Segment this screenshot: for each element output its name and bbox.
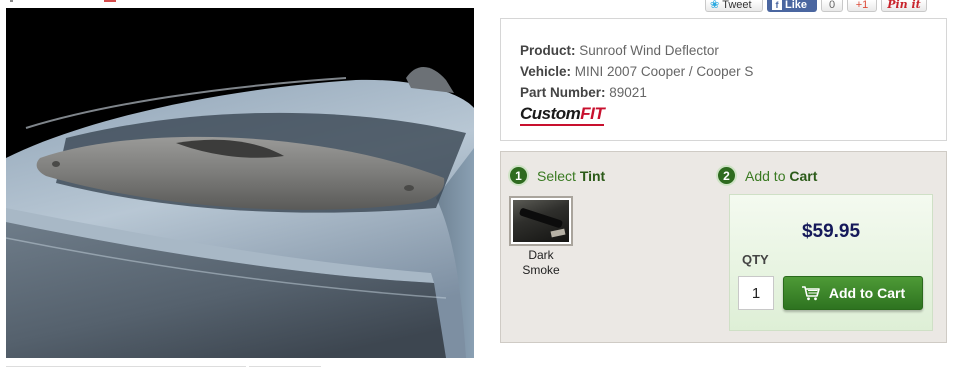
cart-icon (801, 285, 821, 301)
step-prefix: Select (537, 167, 576, 184)
vehicle-value: MINI 2007 Cooper / Cooper S (574, 64, 754, 79)
part-number-value: 89021 (609, 85, 647, 100)
step-add-to-cart: 2 Add to Cart (716, 165, 817, 186)
add-to-cart-button[interactable]: Add to Cart (783, 276, 923, 310)
step-prefix: Add to (745, 167, 786, 184)
facebook-like-button[interactable]: f Like (767, 0, 817, 12)
tint-swatch-image (513, 200, 569, 242)
sunroof-deflector-photo (6, 8, 474, 358)
part-number-label: Part Number: (520, 85, 606, 100)
product-label: Product: (520, 43, 576, 58)
step-title: Add to Cart (745, 168, 817, 184)
tweet-button[interactable]: ❀ Tweet (705, 0, 763, 12)
step-bold: Cart (789, 167, 818, 184)
logo-custom-text: Custom (520, 104, 581, 123)
tweet-label: Tweet (722, 0, 752, 11)
top-divider-dot (10, 0, 13, 2)
google-plus-button[interactable]: +1 (847, 0, 877, 12)
product-image[interactable] (6, 8, 474, 358)
add-to-cart-label: Add to Cart (828, 285, 906, 301)
logo-fit-text: FIT (580, 104, 605, 123)
twitter-bird-icon: ❀ (710, 0, 720, 11)
facebook-f-icon: f (772, 0, 782, 10)
vehicle-row: Vehicle: MINI 2007 Cooper / Cooper S (520, 61, 946, 82)
product-value: Sunroof Wind Deflector (579, 43, 719, 58)
step-number-badge: 2 (716, 165, 737, 186)
step-title: Select Tint (537, 168, 605, 184)
purchase-panel: 1 Select Tint 2 Add to Cart Dark Smoke $… (500, 151, 947, 343)
quantity-input[interactable] (738, 276, 774, 310)
cart-box: $59.95 QTY Add to Cart (729, 194, 933, 331)
product-row: Product: Sunroof Wind Deflector (520, 40, 946, 61)
tint-label-line1: Dark (528, 248, 554, 262)
top-red-accent (104, 0, 116, 2)
step-bold: Tint (579, 167, 606, 184)
social-share-bar: ❀ Tweet f Like 0 +1 Pin it (705, 0, 927, 12)
thumbnail-strip-left (6, 366, 246, 370)
part-number-row: Part Number: 89021 (520, 82, 946, 103)
price: $59.95 (801, 221, 861, 242)
like-label: Like (785, 0, 808, 11)
vehicle-label: Vehicle: (520, 64, 572, 79)
step-select-tint: 1 Select Tint (508, 165, 605, 186)
tint-option-dark-smoke[interactable] (509, 196, 573, 246)
like-count: 0 (821, 0, 843, 12)
tint-label-line2: Smoke (522, 263, 560, 277)
pinterest-button[interactable]: Pin it (881, 0, 927, 12)
thumbnail-strip-right (249, 366, 321, 370)
step-number-badge: 1 (508, 165, 529, 186)
qty-label: QTY (742, 252, 769, 267)
tint-option-label[interactable]: Dark Smoke (509, 248, 573, 278)
customfit-logo: CustomFIT (520, 104, 605, 126)
product-info-box: Product: Sunroof Wind Deflector Vehicle:… (500, 18, 947, 141)
